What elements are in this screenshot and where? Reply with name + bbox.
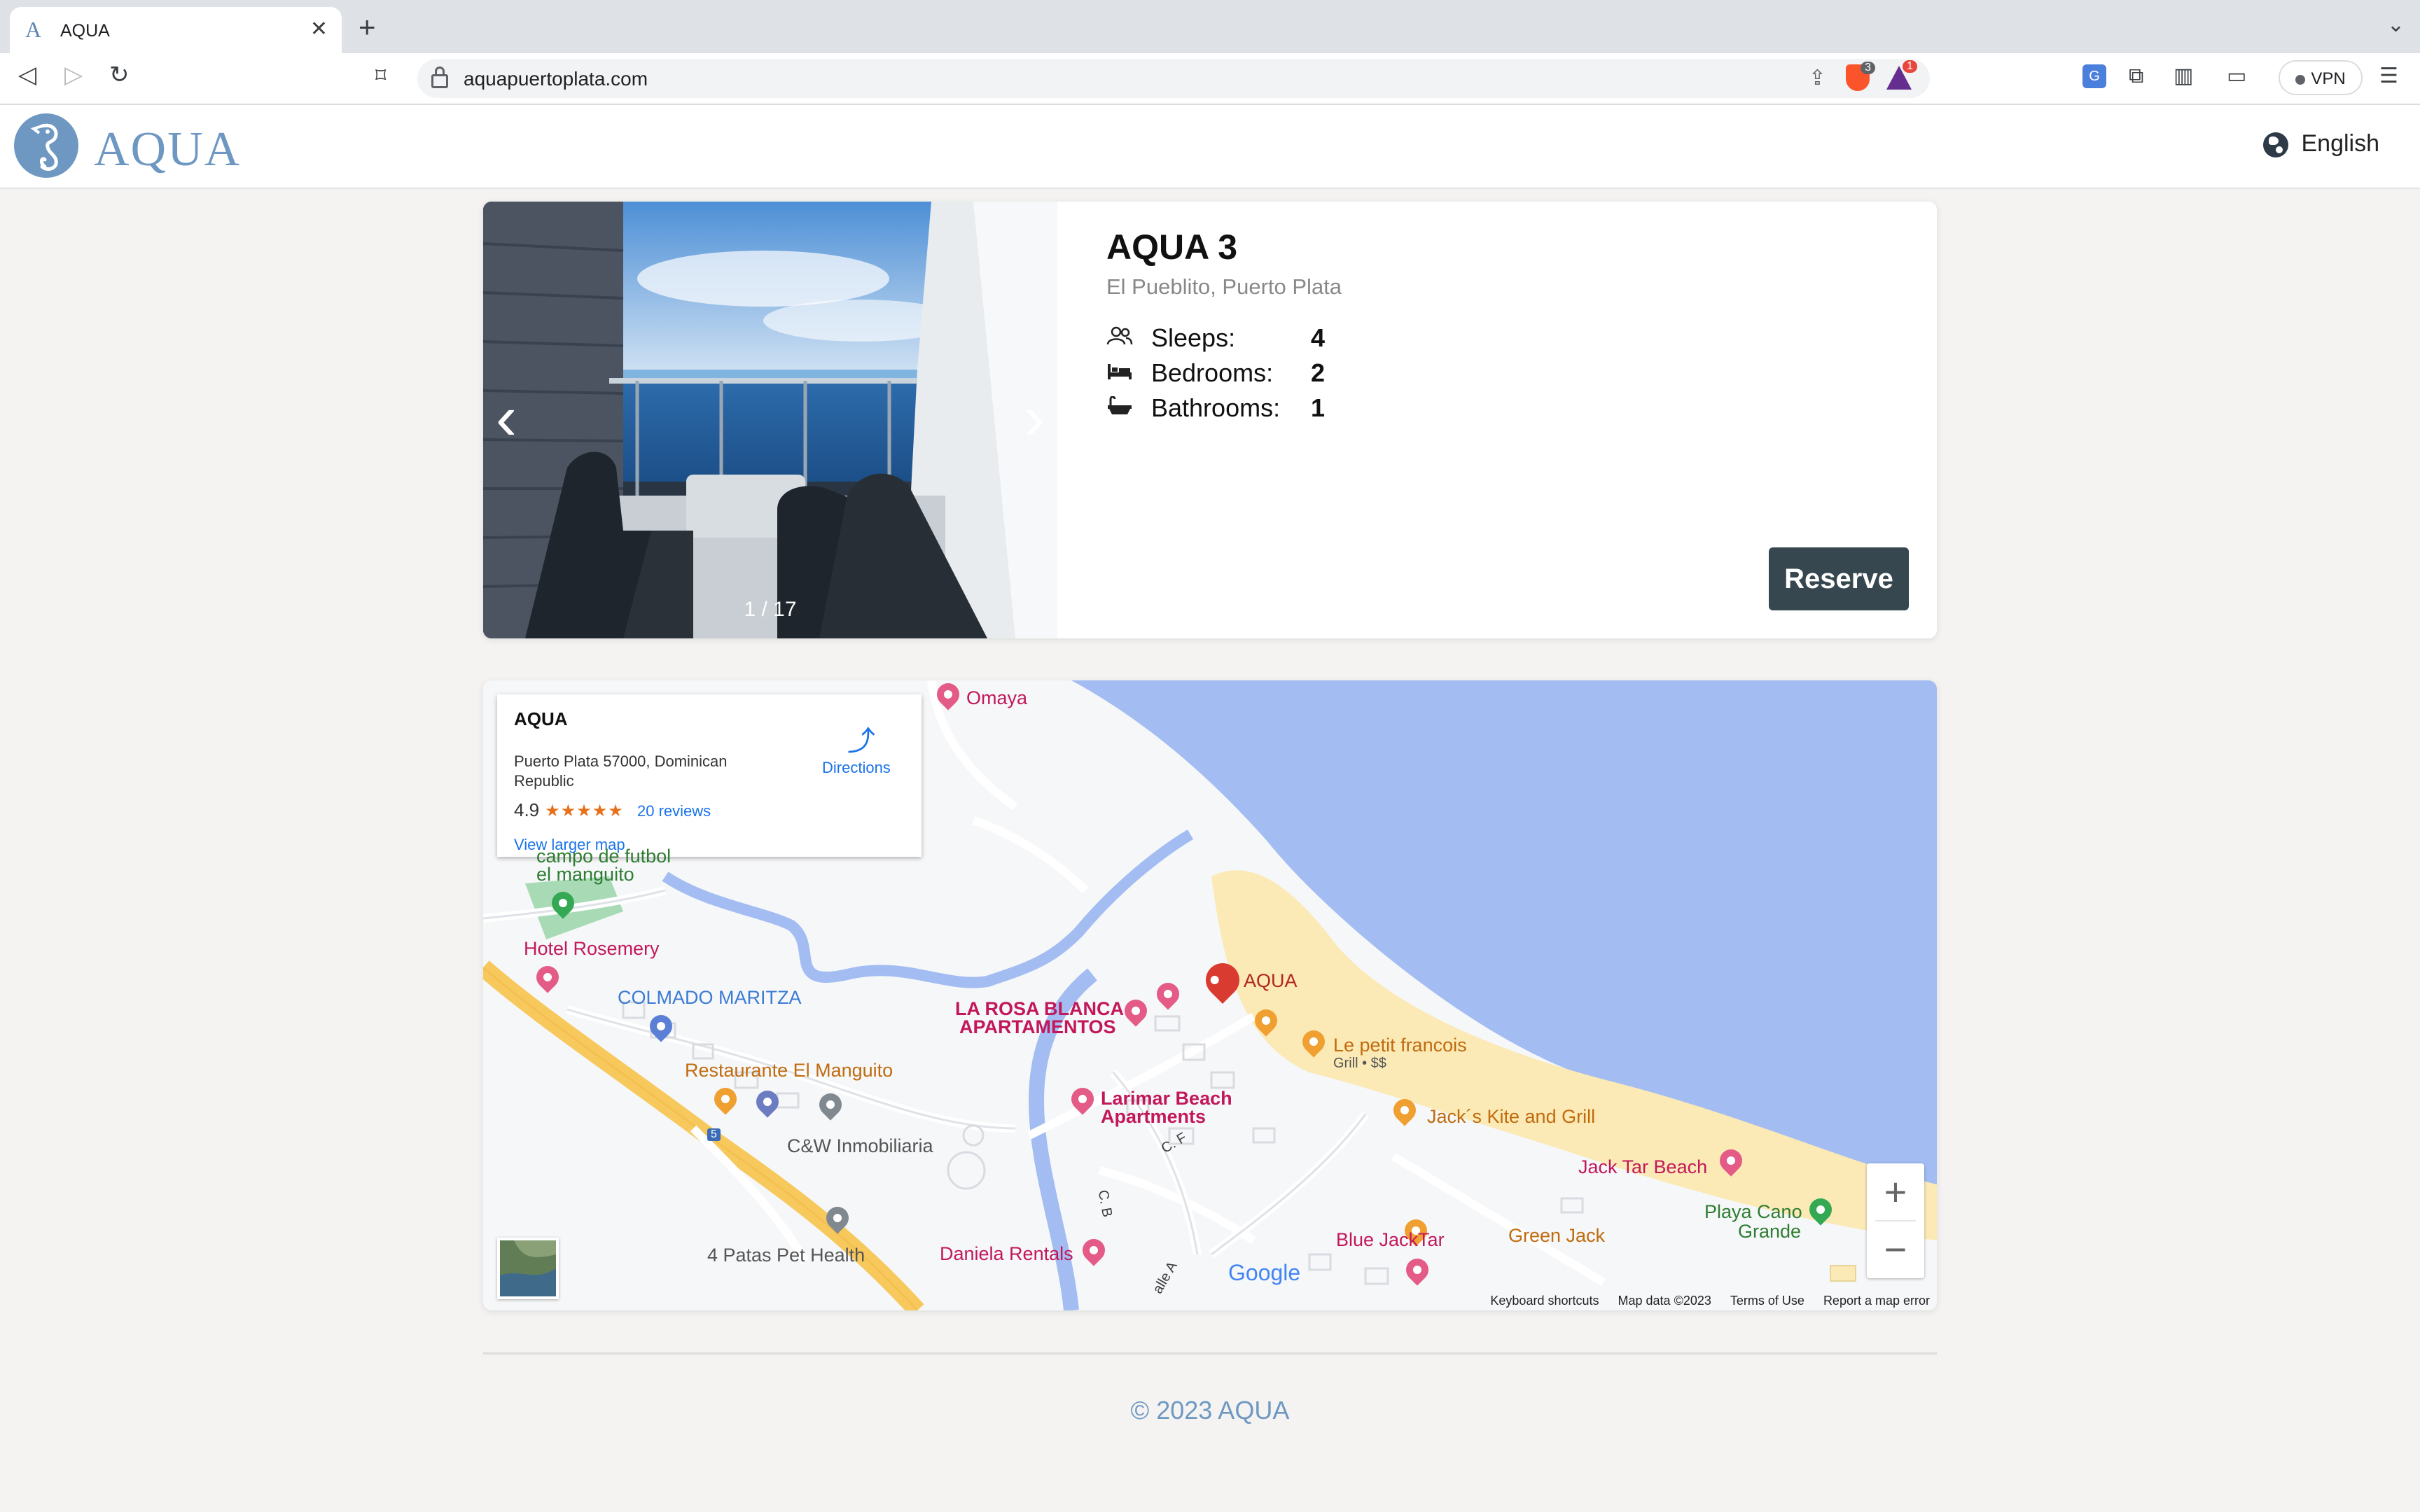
fact-value: 4 bbox=[1311, 323, 1326, 352]
map-label-aqua[interactable]: AQUA bbox=[1244, 970, 1298, 992]
map-label-restaurante[interactable]: Restaurante El Manguito bbox=[685, 1060, 893, 1082]
report-error-link[interactable]: Report a map error bbox=[1823, 1294, 1930, 1308]
map-data-text: Map data ©2023 bbox=[1618, 1294, 1711, 1308]
vpn-button[interactable]: VPN bbox=[2279, 60, 2363, 95]
forward-icon[interactable]: ▷ bbox=[64, 63, 83, 87]
map-label-maritza[interactable]: COLMADO MARITZA bbox=[618, 987, 802, 1009]
footer-copyright: © 2023 AQUA bbox=[1130, 1396, 1290, 1424]
zoom-in-icon[interactable]: + bbox=[1867, 1163, 1924, 1221]
map-label-manguito[interactable]: el manguito bbox=[536, 864, 634, 886]
site-logo-text[interactable]: AQUA bbox=[94, 122, 241, 178]
browser-tab[interactable]: A AQUA ✕ bbox=[10, 7, 342, 53]
map-label-cano-1[interactable]: Playa Cano bbox=[1704, 1201, 1802, 1223]
fact-label: Bathrooms: bbox=[1151, 393, 1281, 422]
bathtub-icon bbox=[1108, 396, 1132, 414]
map-label-rosemery[interactable]: Hotel Rosemery bbox=[524, 938, 660, 960]
terms-link[interactable]: Terms of Use bbox=[1730, 1294, 1804, 1308]
zoom-control: + − bbox=[1867, 1163, 1924, 1278]
map-label-greenjack[interactable]: Green Jack bbox=[1508, 1225, 1605, 1247]
map-label-jacks[interactable]: Jack´s Kite and Grill bbox=[1427, 1106, 1595, 1128]
map-label-larimar-2[interactable]: Apartments bbox=[1101, 1106, 1206, 1128]
tab-list-chevron-icon[interactable]: ⌄ bbox=[2387, 13, 2405, 37]
fact-bathrooms: Bathrooms: 1 bbox=[1106, 391, 1386, 426]
balcony-photo bbox=[483, 202, 1057, 638]
new-tab-icon[interactable]: + bbox=[359, 13, 376, 42]
rating-stars-icon: ★★★★★ bbox=[545, 802, 624, 820]
wallet-icon[interactable]: ▭ bbox=[2227, 66, 2246, 87]
fact-label: Bedrooms: bbox=[1151, 358, 1274, 387]
map-label-cano-2[interactable]: Grande bbox=[1738, 1221, 1801, 1242]
place-rating: 4.9 ★★★★★ bbox=[514, 799, 624, 821]
seahorse-logo-icon[interactable] bbox=[14, 113, 78, 178]
map-label-omaya[interactable]: Omaya bbox=[966, 687, 1027, 709]
map-label-petit[interactable]: Le petit francois bbox=[1333, 1035, 1467, 1056]
listing-title: AQUA 3 bbox=[1106, 227, 1238, 267]
route-shield-icon: 5 bbox=[707, 1128, 721, 1141]
fact-value: 2 bbox=[1311, 358, 1326, 387]
zoom-divider bbox=[1875, 1220, 1916, 1222]
map-label-petit-sub: Grill • $$ bbox=[1333, 1056, 1386, 1071]
carousel-prev-icon[interactable]: ‹ bbox=[496, 386, 517, 449]
lock-icon bbox=[431, 66, 448, 88]
share-icon[interactable]: ⇪ bbox=[1809, 66, 1826, 90]
map-label-jacktar[interactable]: Jack Tar Beach bbox=[1578, 1156, 1707, 1178]
fact-sleeps: Sleeps: 4 bbox=[1106, 321, 1386, 356]
bookmark-icon[interactable]: ⌑ bbox=[375, 66, 386, 87]
map-attribution: Keyboard shortcuts Map data ©2023 Terms … bbox=[1475, 1294, 1930, 1308]
rewards-badge: 1 bbox=[1903, 60, 1917, 73]
back-icon[interactable]: ◁ bbox=[18, 63, 36, 87]
directions-link[interactable]: Directions bbox=[822, 759, 891, 777]
tab-close-icon[interactable]: ✕ bbox=[310, 17, 328, 41]
menu-icon[interactable]: ☰ bbox=[2379, 66, 2398, 87]
photo-carousel[interactable]: ‹ › 1 / 17 bbox=[483, 202, 1057, 638]
listing-facts: Sleeps: 4 Bedrooms: 2 Bathrooms: 1 bbox=[1106, 321, 1386, 426]
browser-tab-strip: A AQUA ✕ + ⌄ bbox=[0, 0, 2420, 53]
google-logo-text: Google bbox=[1228, 1260, 1301, 1285]
sidebar-icon[interactable]: ▥ bbox=[2174, 66, 2193, 87]
place-name: AQUA bbox=[514, 708, 568, 729]
map-label-patas[interactable]: 4 Patas Pet Health bbox=[707, 1245, 865, 1266]
zoom-out-icon[interactable]: − bbox=[1867, 1221, 1924, 1278]
map-label-bluejack[interactable]: Blue JackTar bbox=[1336, 1229, 1445, 1251]
listing-card: ‹ › 1 / 17 AQUA 3 El Pueblito, Puerto Pl… bbox=[483, 202, 1937, 638]
language-selector[interactable]: English bbox=[2263, 130, 2379, 158]
fact-value: 1 bbox=[1311, 393, 1326, 422]
map-label-daniela[interactable]: Daniela Rentals bbox=[940, 1243, 1073, 1265]
listing-location: El Pueblito, Puerto Plata bbox=[1106, 274, 1342, 299]
url-text[interactable]: aquapuertoplata.com bbox=[464, 68, 648, 90]
fact-label: Sleeps: bbox=[1151, 323, 1236, 352]
vpn-label: VPN bbox=[2311, 69, 2346, 88]
photo-counter: 1 / 17 bbox=[744, 598, 797, 621]
reserve-button[interactable]: Reserve bbox=[1769, 547, 1909, 610]
globe-icon bbox=[2263, 132, 2289, 158]
address-bar[interactable]: aquapuertoplata.com ⇪ 3 1 bbox=[417, 59, 1930, 98]
bed-icon bbox=[1108, 364, 1132, 379]
footer-divider bbox=[483, 1352, 1937, 1354]
shields-badge: 3 bbox=[1861, 62, 1875, 74]
directions-icon[interactable]: ⤴ bbox=[847, 718, 875, 759]
embedded-map[interactable]: AQUA Puerto Plata 57000, Dominican Repub… bbox=[483, 680, 1937, 1310]
satellite-toggle-icon[interactable] bbox=[497, 1238, 559, 1299]
browser-toolbar: ◁ ▷ ↻ ⌑ aquapuertoplata.com ⇪ 3 1 G ⧉ ▥ … bbox=[0, 53, 2420, 105]
carousel-next-icon[interactable]: › bbox=[1024, 386, 1045, 449]
tab-title: AQUA bbox=[60, 21, 110, 41]
vpn-status-icon bbox=[2295, 74, 2306, 85]
map-label-cw[interactable]: C&W Inmobiliaria bbox=[787, 1135, 933, 1157]
place-address: Puerto Plata 57000, Dominican Republic bbox=[514, 752, 728, 790]
tab-favicon-icon: A bbox=[25, 17, 42, 42]
translate-icon[interactable]: G bbox=[2082, 64, 2106, 88]
reviews-link[interactable]: 20 reviews bbox=[637, 802, 711, 820]
fact-bedrooms: Bedrooms: 2 bbox=[1106, 356, 1386, 391]
rating-value: 4.9 bbox=[514, 799, 540, 820]
reload-icon[interactable]: ↻ bbox=[109, 63, 130, 87]
people-icon bbox=[1106, 326, 1133, 345]
google-logo: Google bbox=[1228, 1260, 1300, 1286]
map-info-window: AQUA Puerto Plata 57000, Dominican Repub… bbox=[497, 694, 922, 857]
language-label: English bbox=[2301, 130, 2379, 157]
extensions-icon[interactable]: ⧉ bbox=[2129, 66, 2143, 87]
site-header: AQUA English bbox=[0, 105, 2420, 189]
map-label-rosa-2[interactable]: APARTAMENTOS bbox=[959, 1016, 1116, 1038]
keyboard-shortcuts-link[interactable]: Keyboard shortcuts bbox=[1490, 1294, 1599, 1308]
